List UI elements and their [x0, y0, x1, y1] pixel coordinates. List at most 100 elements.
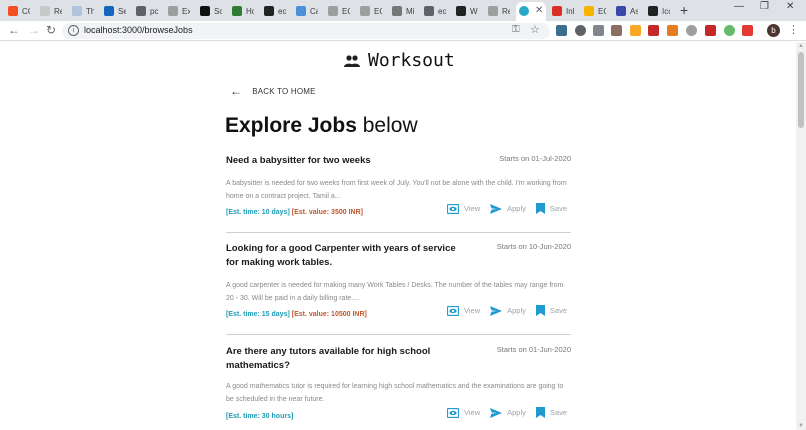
- brand-name[interactable]: Worksout: [368, 50, 455, 71]
- job-title[interactable]: Need a babysitter for two weeks: [226, 154, 456, 168]
- browser-tab[interactable]: Hc: [232, 2, 254, 21]
- job-title[interactable]: Looking for a good Carpenter with years …: [226, 242, 456, 270]
- tab-favicon-icon: [360, 6, 370, 16]
- browser-tab[interactable]: EC: [584, 2, 606, 21]
- browser-tab-active[interactable]: ✕: [516, 2, 546, 21]
- tab-close-icon[interactable]: ✕: [535, 5, 543, 16]
- tab-favicon-icon: [648, 6, 658, 16]
- save-button[interactable]: Save: [535, 203, 567, 214]
- view-button[interactable]: View: [447, 305, 481, 316]
- tab-favicon-icon: [296, 6, 306, 16]
- browser-tab[interactable]: Inl: [552, 2, 574, 21]
- save-button[interactable]: Save: [535, 305, 567, 316]
- back-arrow-icon[interactable]: ←: [8, 23, 20, 37]
- browser-tab[interactable]: As: [616, 2, 638, 21]
- send-icon: [490, 407, 503, 418]
- tab-title: Inl: [566, 7, 574, 16]
- camera-extension-icon[interactable]: [593, 25, 604, 36]
- extension-icon[interactable]: [611, 25, 622, 36]
- tab-title: EC: [598, 7, 606, 16]
- browser-tab[interactable]: Re: [40, 2, 62, 21]
- job-title[interactable]: Are there any tutors available for high …: [226, 345, 456, 373]
- tab-favicon-icon: [584, 6, 594, 16]
- browser-tab[interactable]: eo: [264, 2, 286, 21]
- url-text[interactable]: localhost:3000/browseJobs: [84, 25, 193, 35]
- key-icon[interactable]: ⚿: [512, 24, 520, 35]
- job-estimates: [Est. time: 10 days] [Est. value: 3500 I…: [226, 209, 363, 216]
- job-est-time: [Est. time: 15 days]: [226, 311, 290, 318]
- page-title-light: below: [362, 114, 418, 137]
- reload-icon[interactable]: ↻: [46, 23, 56, 37]
- browser-tab[interactable]: Sc: [200, 2, 222, 21]
- browser-tab[interactable]: CC: [8, 2, 30, 21]
- job-description: A good mathematics tutor is required for…: [226, 383, 564, 403]
- job-divider: [226, 334, 571, 335]
- restore-icon[interactable]: ❐: [760, 1, 769, 12]
- browser-tab[interactable]: Re: [488, 2, 510, 21]
- save-button[interactable]: Save: [535, 407, 567, 418]
- browser-tab[interactable]: EC: [328, 2, 350, 21]
- job-start-date: Starts on 01-Jul-2020: [499, 154, 571, 163]
- browser-tab[interactable]: Ex: [168, 2, 190, 21]
- tab-favicon-icon: [392, 6, 402, 16]
- browser-tab[interactable]: Wi: [456, 2, 478, 21]
- view-label: View: [464, 306, 481, 315]
- extension-icon[interactable]: [630, 25, 641, 36]
- forward-arrow-icon[interactable]: →: [28, 23, 40, 37]
- view-button[interactable]: View: [447, 203, 480, 214]
- address-bar[interactable]: i localhost:3000/browseJobs ⚿ ☆: [62, 23, 550, 39]
- back-to-home-link[interactable]: ← BACK TO HOME: [230, 84, 316, 98]
- extension-icon[interactable]: [575, 25, 586, 36]
- job-est-value: [Est. value: 10500 INR]: [291, 311, 367, 318]
- view-button[interactable]: View: [447, 407, 480, 418]
- tab-favicon-icon: [104, 6, 114, 16]
- tab-strip: CC Re Th Se pc Ex Sc Hc eo Ca EC EC Mi eo Wi Re ✕ Inl EC As…: [0, 0, 806, 21]
- job-estimates: [Est. time: 30 hours]: [226, 413, 293, 420]
- tab-favicon-icon: [552, 6, 562, 16]
- extension-icon[interactable]: [742, 25, 753, 36]
- browser-tab[interactable]: Ca: [296, 2, 318, 21]
- tab-title: As: [630, 7, 638, 16]
- tab-title: Wi: [470, 7, 478, 16]
- browser-tab[interactable]: EC: [360, 2, 382, 21]
- apply-button[interactable]: Apply: [490, 203, 526, 214]
- tab-favicon-icon: [264, 6, 274, 16]
- save-label: Save: [549, 306, 567, 315]
- scrollbar-thumb[interactable]: [798, 52, 804, 128]
- extension-icon[interactable]: [556, 25, 567, 36]
- apply-label: Apply: [507, 204, 526, 213]
- browser-tab[interactable]: Icc: [648, 2, 670, 21]
- apply-button[interactable]: Apply: [490, 305, 526, 316]
- browser-menu-icon[interactable]: ⋮: [788, 23, 799, 36]
- tab-favicon-icon: [424, 6, 434, 16]
- bookmark-star-icon[interactable]: ☆: [530, 23, 540, 36]
- browser-tab[interactable]: Th: [72, 2, 94, 21]
- tab-title: Icc: [662, 7, 670, 16]
- extension-icon[interactable]: [705, 25, 716, 36]
- job-divider: [226, 232, 571, 233]
- metamask-icon[interactable]: [667, 25, 678, 36]
- extension-icon[interactable]: [686, 25, 697, 36]
- bookmark-icon: [535, 203, 545, 214]
- minimize-icon[interactable]: —: [734, 1, 744, 12]
- extension-icon[interactable]: [648, 25, 659, 36]
- apply-button[interactable]: Apply: [490, 407, 526, 418]
- send-icon: [490, 305, 503, 316]
- scroll-up-arrow-icon[interactable]: ▲: [798, 43, 804, 49]
- profile-avatar[interactable]: b: [767, 24, 780, 37]
- tab-title: CC: [22, 7, 30, 16]
- info-icon[interactable]: i: [68, 25, 79, 36]
- tab-favicon-icon: [8, 6, 18, 16]
- new-tab-button[interactable]: +: [680, 2, 688, 18]
- browser-tab[interactable]: Se: [104, 2, 126, 21]
- browser-tab[interactable]: pc: [136, 2, 158, 21]
- tab-favicon-icon: [328, 6, 338, 16]
- extension-icon[interactable]: [724, 25, 735, 36]
- scroll-down-arrow-icon[interactable]: ▼: [798, 423, 804, 429]
- close-window-icon[interactable]: ✕: [786, 1, 794, 12]
- tab-favicon-icon: [72, 6, 82, 16]
- browser-tab[interactable]: Mi: [392, 2, 414, 21]
- bookmark-icon: [535, 305, 545, 316]
- page-scrollbar[interactable]: ▲ ▼: [796, 42, 806, 430]
- browser-tab[interactable]: eo: [424, 2, 446, 21]
